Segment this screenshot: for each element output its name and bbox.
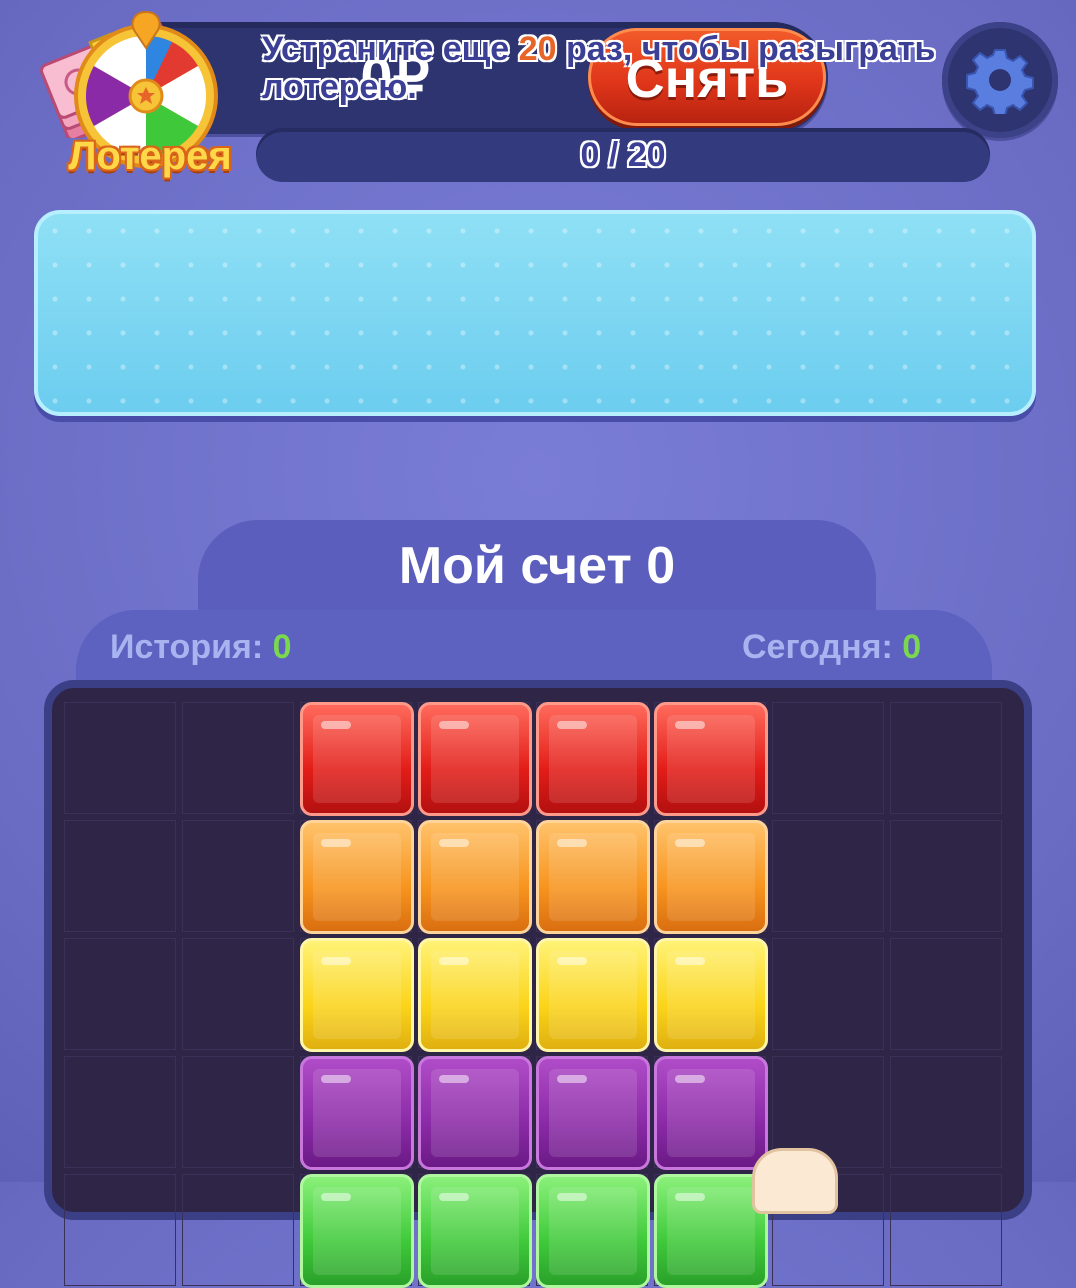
gem-block-red[interactable]: [654, 702, 768, 816]
board-cell[interactable]: [772, 938, 884, 1050]
gem-block-red[interactable]: [300, 702, 414, 816]
board-cell[interactable]: [182, 702, 294, 814]
gem-block-orange[interactable]: [418, 820, 532, 934]
history-stat: История: 0: [110, 622, 292, 672]
board-cell[interactable]: [64, 1056, 176, 1168]
gem-block-yellow[interactable]: [654, 938, 768, 1052]
board-cell[interactable]: [890, 702, 1002, 814]
gem-block-purple[interactable]: [536, 1056, 650, 1170]
gem-block-orange[interactable]: [536, 820, 650, 934]
board-cell[interactable]: [772, 702, 884, 814]
gem-block-yellow[interactable]: [300, 938, 414, 1052]
gem-block-purple[interactable]: [300, 1056, 414, 1170]
board-cell[interactable]: [182, 1056, 294, 1168]
lottery-remaining-count: 20: [518, 30, 557, 68]
lottery-label: Лотерея: [68, 134, 232, 178]
board-cell[interactable]: [890, 1174, 1002, 1286]
history-value: 0: [272, 628, 292, 666]
today-value: 0: [902, 628, 922, 666]
today-stat: Сегодня: 0: [742, 622, 921, 672]
lottery-banner[interactable]: [34, 210, 1036, 416]
board-cell[interactable]: [182, 820, 294, 932]
board-cell[interactable]: [772, 820, 884, 932]
gem-block-orange[interactable]: [300, 820, 414, 934]
board-cell[interactable]: [64, 1174, 176, 1286]
gem-block-purple[interactable]: [654, 1056, 768, 1170]
board-cell[interactable]: [64, 938, 176, 1050]
score-title: Мой счет 0: [398, 537, 676, 595]
lottery-progress-text: 0 / 20: [580, 136, 666, 174]
board-cell[interactable]: [182, 1174, 294, 1286]
game-board[interactable]: [44, 680, 1032, 1288]
gem-block-green[interactable]: [418, 1174, 532, 1288]
lottery-progress-bar: 0 / 20: [256, 128, 990, 182]
board-cell[interactable]: [64, 702, 176, 814]
gem-block-yellow[interactable]: [418, 938, 532, 1052]
gem-block-green[interactable]: [654, 1174, 768, 1288]
gem-block-green[interactable]: [536, 1174, 650, 1288]
board-cell[interactable]: [890, 820, 1002, 932]
gem-block-purple[interactable]: [418, 1056, 532, 1170]
gear-icon: [966, 49, 1034, 114]
gem-block-green[interactable]: [300, 1174, 414, 1288]
gem-block-orange[interactable]: [654, 820, 768, 934]
lottery-message-prefix: Устраните еще: [262, 30, 510, 68]
gem-block-red[interactable]: [536, 702, 650, 816]
board-cell[interactable]: [890, 1056, 1002, 1168]
history-label: История:: [110, 628, 264, 666]
board-cell[interactable]: [890, 938, 1002, 1050]
gem-block-red[interactable]: [418, 702, 532, 816]
lottery-message: Устраните еще 20 раз, чтобы разыграть ло…: [262, 30, 962, 106]
today-label: Сегодня:: [742, 628, 893, 666]
board-cell[interactable]: [64, 820, 176, 932]
pointer-hand-icon: [752, 1148, 838, 1214]
board-cell[interactable]: [182, 938, 294, 1050]
gem-block-yellow[interactable]: [536, 938, 650, 1052]
